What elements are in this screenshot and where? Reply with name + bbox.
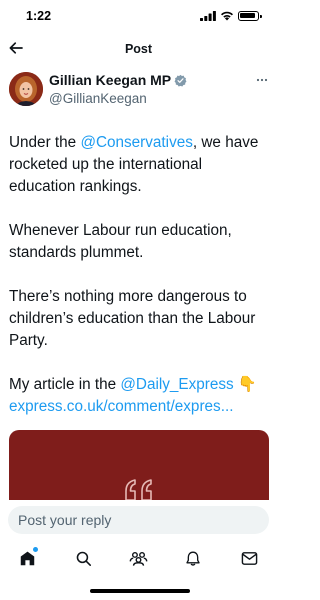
status-time: 1:22 [26,9,52,23]
tab-notifications[interactable] [183,548,203,568]
tab-communities[interactable] [128,548,148,568]
home-indicator[interactable] [90,589,190,593]
messages-icon [241,551,257,565]
nav-bar: Post [0,34,277,64]
post-text: Under the @Conservatives, we have rocket… [9,132,271,440]
tab-messages[interactable] [239,548,259,568]
link-preview-card[interactable] [9,430,269,510]
communities-icon [129,551,147,566]
tab-search[interactable] [73,548,93,568]
status-icons [200,11,262,21]
wifi-icon [221,11,233,21]
text-span: Under the [9,134,81,151]
post-paragraph: My article in the @Daily_Express 👇 expres… [9,374,271,418]
new-content-dot [33,547,38,552]
battery-icon [238,11,262,21]
post-paragraph: Under the @Conservatives, we have rocket… [9,132,271,198]
more-options-button[interactable] [255,75,269,85]
mention-link[interactable]: @Conservatives [80,134,192,151]
page-title: Post [124,42,153,56]
search-icon [76,551,91,566]
author-name-row: Gillian Keegan MP [49,72,187,88]
status-bar: 1:22 [0,0,277,34]
text-span: My article in the [9,376,121,393]
author-name[interactable]: Gillian Keegan MP [49,72,171,88]
signal-icon [200,11,216,21]
article-link[interactable]: express.co.uk/comment/expres... [9,398,233,415]
avatar[interactable] [9,72,43,106]
author-handle[interactable]: @GillianKeegan [49,91,147,106]
pointing-down-emoji: 👇 [233,376,257,393]
more-horizontal-icon [256,78,268,82]
tab-bar [0,540,277,576]
post-paragraph: Whenever Labour run education, standards… [9,222,232,261]
post-paragraph: There’s nothing more dangerous to childr… [9,288,256,349]
verified-badge-icon [174,74,187,87]
notifications-icon [186,551,200,566]
mention-link[interactable]: @Daily_Express [120,376,233,393]
avatar-image [9,72,43,106]
reply-bar: Post your reply [0,500,277,540]
reply-input[interactable]: Post your reply [8,506,269,534]
home-icon [20,551,34,565]
post-author: Gillian Keegan MP @GillianKeegan [9,71,269,111]
tab-home[interactable] [17,547,38,568]
